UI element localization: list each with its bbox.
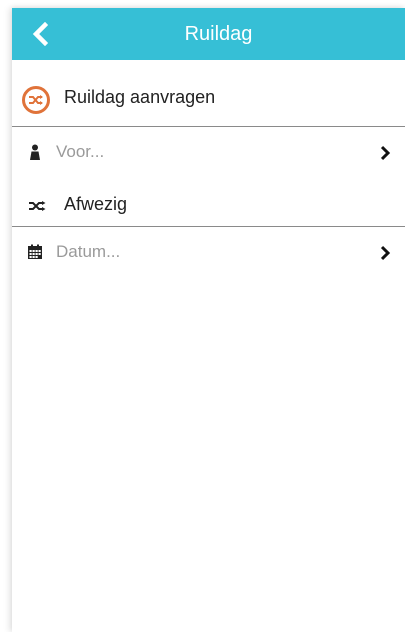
request-section-label: Ruildag aanvragen (64, 87, 216, 107)
chevron-right-icon (380, 245, 391, 261)
swap-circle-icon (22, 86, 50, 114)
page-title: Ruildag (184, 23, 253, 45)
app-screen: Ruildag Ruildag aanvragen Voor... Afwezi… (12, 8, 405, 632)
request-section-header: Ruildag aanvragen (12, 78, 405, 127)
app-bar: Ruildag (12, 8, 405, 60)
absent-section-header: Afwezig (12, 188, 405, 227)
absent-section-label: Afwezig (64, 194, 128, 214)
voor-placeholder: Voor... (56, 142, 105, 161)
datum-select-row[interactable]: Datum... (12, 230, 405, 276)
person-icon (26, 143, 44, 161)
shuffle-icon (26, 197, 48, 215)
calendar-icon (26, 243, 44, 261)
chevron-right-icon (380, 145, 391, 161)
datum-placeholder: Datum... (56, 242, 121, 261)
voor-select-row[interactable]: Voor... (12, 130, 405, 176)
